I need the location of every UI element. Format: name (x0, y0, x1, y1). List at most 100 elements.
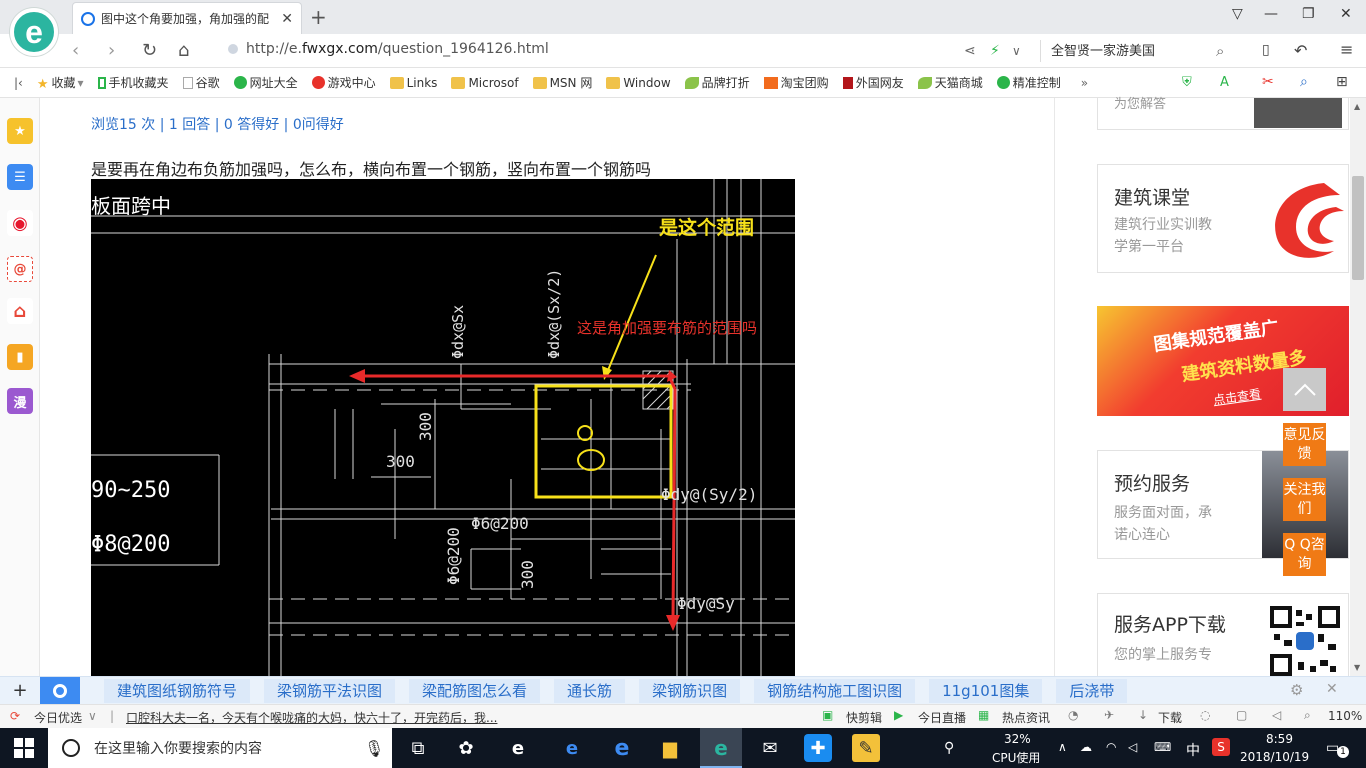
wifi-icon[interactable]: ◠ (1106, 740, 1116, 754)
news-icon[interactable]: ☰ (7, 164, 33, 190)
mail-icon[interactable]: @ (7, 256, 33, 282)
related-tag[interactable]: 11g101图集 (929, 678, 1043, 703)
people-icon[interactable]: ⚲ (944, 740, 954, 756)
bookmark-item[interactable]: 精准控制 (996, 74, 1061, 91)
scroll-down-icon[interactable]: ▼ (1354, 663, 1360, 672)
scroll-up-icon[interactable]: ▲ (1354, 102, 1360, 111)
browser-logo-icon[interactable]: e (10, 8, 58, 56)
mail-app-icon[interactable]: ✉ (756, 734, 784, 762)
related-tag[interactable]: 梁钢筋识图 (639, 678, 741, 703)
related-tag[interactable]: 钢筋结构施工图识图 (754, 678, 916, 703)
maximize-button[interactable]: ❐ (1302, 6, 1315, 22)
chevron-down-icon[interactable]: ∨ (1012, 44, 1021, 58)
scrollbar-thumb[interactable] (1352, 176, 1364, 280)
bookmark-item[interactable]: Links (389, 76, 437, 90)
ime-indicator[interactable]: 中 (1186, 740, 1200, 760)
news-ticker[interactable]: 口腔科大夫一名，今天有个喉咙痛的大妈，快六十了，开完药后，我... (126, 709, 497, 726)
bookmark-item[interactable]: 网址大全 (233, 74, 298, 91)
apps-grid-icon[interactable]: ⊞ (1336, 74, 1348, 90)
bookmark-item[interactable]: MSN 网 (532, 74, 592, 91)
comic-icon[interactable]: 漫 (7, 388, 33, 414)
browser-taskbar-icon[interactable]: e (707, 734, 735, 762)
game-controller-icon[interactable]: ⌂ (7, 298, 33, 324)
add-icon[interactable]: + (0, 680, 40, 701)
back-to-top-button[interactable] (1283, 368, 1326, 411)
close-window-button[interactable]: ✕ (1340, 6, 1352, 22)
feedback-button[interactable]: 意见反馈 (1283, 423, 1326, 466)
tab-close-icon[interactable]: ✕ (281, 11, 293, 27)
today-pick-label[interactable]: 今日优选 (34, 709, 82, 726)
windows-start-icon[interactable] (14, 738, 34, 758)
search-logo-icon[interactable] (40, 676, 80, 705)
clock-date[interactable]: 2018/10/19 (1240, 750, 1309, 764)
course-card[interactable]: 建筑课堂 建筑行业实训教 学第一平台 (1097, 164, 1349, 273)
download-label[interactable]: 下载 (1158, 709, 1182, 726)
more-bookmarks-icon[interactable]: » (1081, 76, 1088, 90)
pinwheel-app-icon[interactable]: ✿ (452, 734, 480, 762)
scissors-icon[interactable]: ✂ (1262, 74, 1274, 90)
bookmark-item[interactable]: 外国网友 (842, 74, 904, 91)
bookmark-item[interactable]: 淘宝团购 (763, 74, 829, 91)
bookmark-item[interactable]: 游戏中心 (311, 74, 376, 91)
keyboard-icon[interactable]: ⌨ (1154, 740, 1171, 754)
favorites-star-icon[interactable]: ★ (7, 118, 33, 144)
microphone-icon[interactable]: 🎙 (364, 739, 384, 758)
ie-icon[interactable]: e (608, 734, 636, 762)
collapse-sidebar-icon[interactable]: |‹ (14, 76, 23, 90)
live-label[interactable]: 今日直播 (918, 709, 966, 726)
related-tag[interactable]: 通长筋 (554, 678, 626, 703)
mobile-icon[interactable]: ▯ (1262, 42, 1270, 58)
bookmark-item[interactable]: 品牌打折 (684, 74, 750, 91)
task-view-icon[interactable]: ⧉ (404, 734, 432, 762)
cloud-icon[interactable]: ☁ (1080, 740, 1092, 754)
zoom-search-icon[interactable]: ⌕ (1300, 74, 1308, 90)
search-input[interactable]: 全智贤一家游美国 (1040, 40, 1240, 62)
related-tag[interactable]: 建筑图纸钢筋符号 (104, 678, 251, 703)
related-tag[interactable]: 后浇带 (1056, 678, 1128, 703)
clock-time[interactable]: 8:59 (1266, 732, 1293, 746)
sound-icon[interactable]: ◁ (1272, 708, 1281, 722)
bookmark-item[interactable]: Microsof (451, 76, 519, 90)
bookmark-item[interactable]: 谷歌 (182, 74, 220, 91)
file-explorer-icon[interactable]: ▆ (656, 734, 684, 762)
pin-icon[interactable]: ✈ (1104, 708, 1114, 722)
chevron-down-icon[interactable]: ∨ (88, 709, 97, 723)
translate-icon[interactable]: A (1220, 75, 1229, 90)
home-button[interactable]: ⌂ (178, 40, 189, 61)
show-hidden-icons-icon[interactable]: ∧ (1058, 740, 1067, 754)
settings-gear-icon[interactable]: ⚙ (1290, 681, 1303, 699)
edge-icon[interactable]: e (504, 734, 532, 762)
zoom-level[interactable]: 110% (1328, 709, 1362, 723)
app-download-card[interactable]: 服务APP下载 您的掌上服务专 (1097, 593, 1349, 676)
share-icon[interactable]: ⋖ (964, 43, 976, 59)
back-button[interactable]: ‹ (72, 40, 79, 61)
close-bar-icon[interactable]: ✕ (1326, 681, 1338, 697)
expert-card[interactable]: 为您解答 (1097, 97, 1349, 130)
window-icon[interactable]: ▢ (1236, 708, 1247, 722)
edge-blue-icon[interactable]: e (558, 734, 586, 762)
quick-cut-label[interactable]: 快剪辑 (846, 709, 882, 726)
search-icon[interactable]: ⌕ (1216, 42, 1224, 60)
dingtalk-icon[interactable]: ✚ (804, 734, 832, 762)
follow-us-button[interactable]: 关注我们 (1283, 478, 1326, 521)
notebook-icon[interactable]: ▮ (7, 344, 33, 370)
qq-consult-button[interactable]: Q Q咨询 (1283, 533, 1326, 576)
sogou-ime-icon[interactable]: S (1212, 738, 1230, 756)
question-stats[interactable]: 浏览15 次 | 1 回答 | 0 答得好 | 0问得好 (91, 114, 344, 134)
lightning-icon[interactable]: ⚡ (990, 43, 1000, 59)
bookmark-item[interactable]: 天猫商城 (917, 74, 983, 91)
bookmark-item[interactable]: ★ 收藏 ▾ (37, 74, 84, 92)
shield-icon[interactable]: ⛨ (1182, 75, 1192, 90)
skin-icon[interactable]: ▽ (1232, 6, 1243, 22)
notepad-icon[interactable]: ✎ (852, 734, 880, 762)
bookmark-item[interactable]: 手机收藏夹 (97, 74, 169, 91)
menu-icon[interactable]: ≡ (1340, 40, 1353, 59)
forward-button[interactable]: › (108, 40, 115, 61)
volume-icon[interactable]: ◁ (1128, 740, 1137, 754)
clean-icon[interactable]: ◌ (1200, 708, 1210, 722)
accelerate-icon[interactable]: ◔ (1068, 708, 1078, 722)
minimize-button[interactable]: — (1264, 6, 1278, 22)
undo-icon[interactable]: ↶ (1294, 41, 1307, 60)
weibo-icon[interactable]: ◉ (7, 210, 33, 236)
reload-button[interactable]: ↻ (142, 40, 157, 61)
